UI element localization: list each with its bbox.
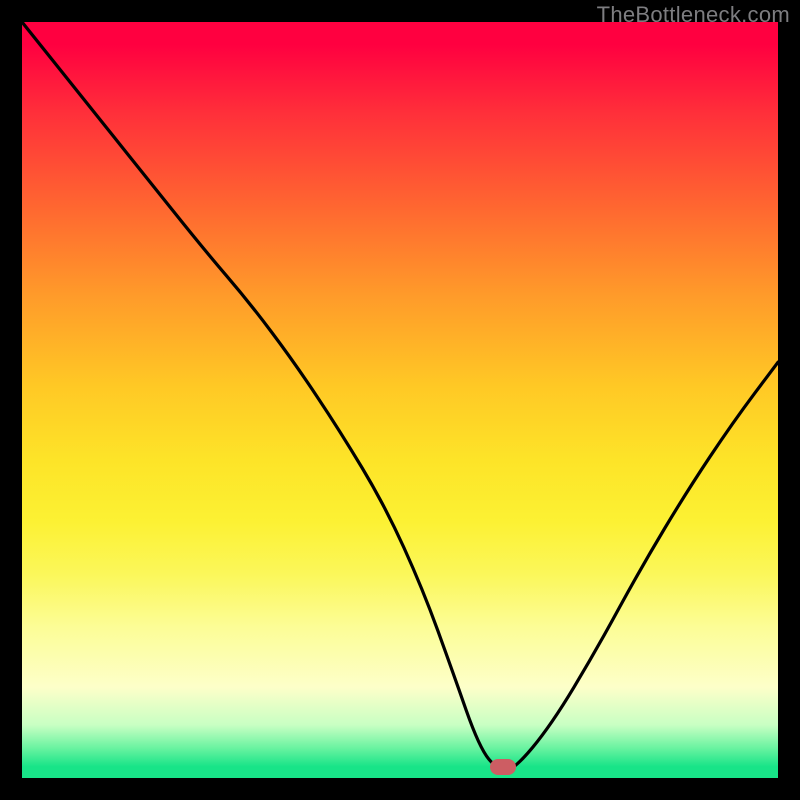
bottleneck-curve — [22, 22, 778, 778]
optimal-marker — [490, 759, 516, 775]
plot-area — [22, 22, 778, 778]
watermark-text: TheBottleneck.com — [597, 2, 790, 28]
chart-frame: TheBottleneck.com — [0, 0, 800, 800]
